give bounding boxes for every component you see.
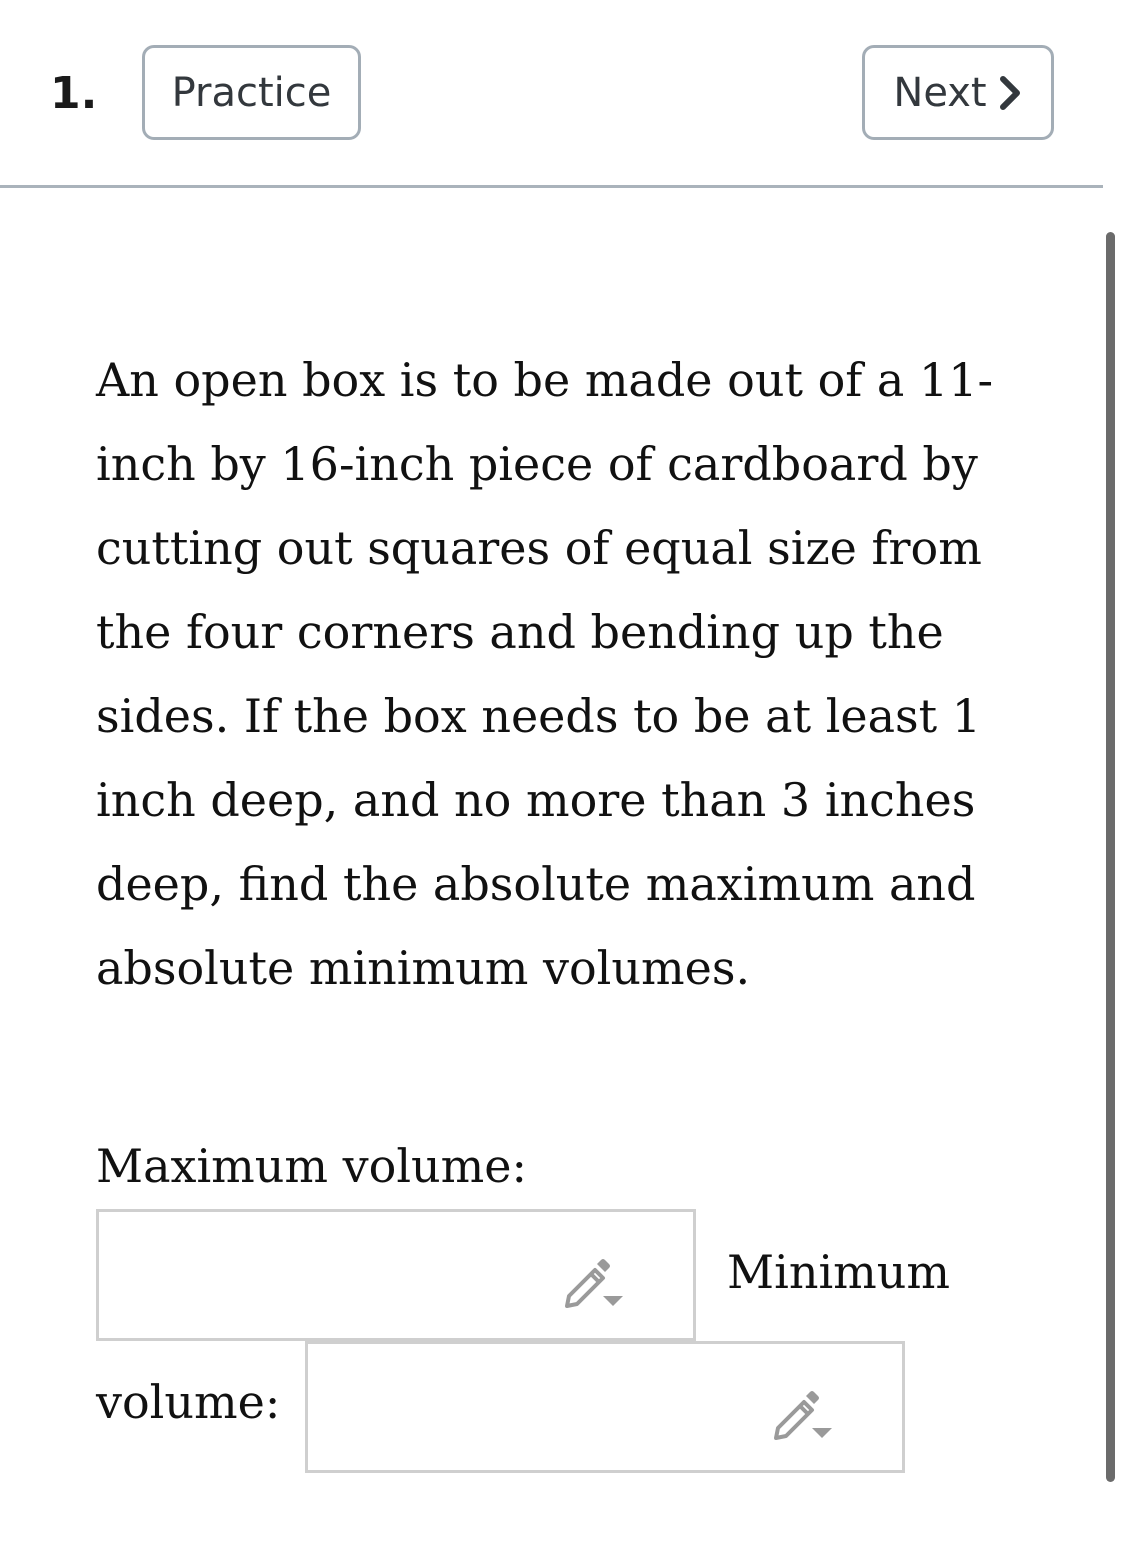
problem-statement: An open box is to be made out of a 11-in… (96, 353, 994, 995)
maximum-volume-input[interactable] (96, 1209, 696, 1341)
pencil-icon[interactable] (770, 1384, 840, 1444)
pencil-shape (565, 1268, 605, 1308)
minimum-volume-input[interactable] (305, 1341, 905, 1473)
pencil-shape (774, 1400, 814, 1440)
question-number: 1. (50, 68, 98, 119)
minimum-volume-label-continued: volume: (96, 1375, 281, 1429)
pencil-icon[interactable] (561, 1252, 631, 1312)
chevron-right-icon (997, 75, 1023, 111)
caret-down-icon (812, 1428, 832, 1438)
next-button-label: Next (893, 69, 987, 116)
minimum-volume-label: Minimum (727, 1245, 951, 1299)
practice-button[interactable]: Practice (142, 45, 361, 140)
maximum-volume-label: Maximum volume: (96, 1139, 528, 1193)
next-button[interactable]: Next (862, 45, 1054, 140)
caret-down-icon (603, 1296, 623, 1306)
header-divider (0, 185, 1103, 188)
scrollbar[interactable] (1106, 232, 1115, 1482)
practice-button-label: Practice (171, 69, 332, 116)
